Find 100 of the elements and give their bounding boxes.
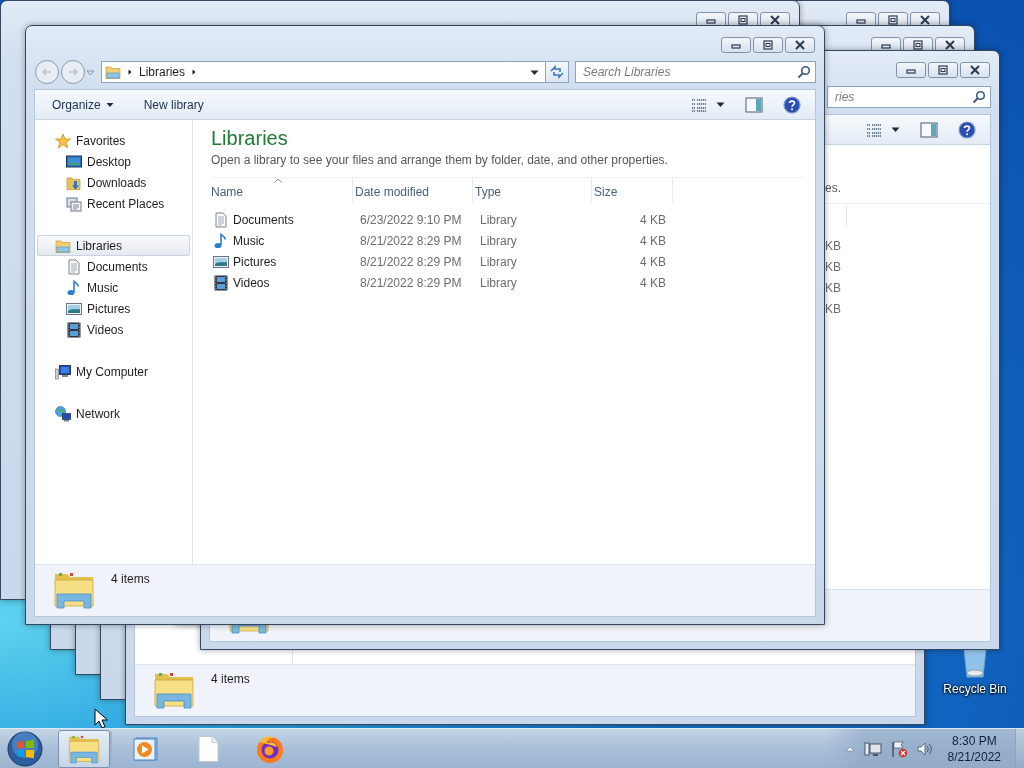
nav-item[interactable]: Videos [37,319,190,340]
search-icon [972,90,986,104]
file-name-cell[interactable]: Pictures [211,253,353,270]
network-icon [55,405,71,422]
toolbar-button[interactable]: New library [143,97,204,112]
type-cell-text: Library [479,212,518,227]
recent-places-icon [66,195,82,212]
close-icon [944,40,956,50]
refresh-button[interactable] [545,61,569,83]
nav-item[interactable]: Downloads [37,172,190,193]
nav-item[interactable]: My Computer [37,361,190,382]
menu-button[interactable]: Organize [52,97,114,112]
maximize-icon [937,65,949,75]
view-options-button[interactable] [691,96,725,113]
view-options-button[interactable] [866,121,900,138]
star-icon [55,132,71,149]
address-bar[interactable]: Libraries [101,61,546,83]
description-text: es. [825,181,842,195]
nav-item[interactable]: Network [37,403,190,424]
desktop-icon[interactable]: Recycle Bin [937,646,1013,696]
minimize-icon [730,41,742,49]
description-text: Open a library to see your files and arrange them by folder, date, and other properties. [211,152,669,169]
size-cell-text: 4 KB [639,254,667,269]
pane-icon [745,95,763,114]
minimize-icon [905,66,917,74]
nav-item[interactable]: Desktop [37,151,190,172]
file-name-cell[interactable]: Documents [211,211,353,228]
status-text: 4 items [211,672,250,686]
close-icon [769,15,781,25]
column-header[interactable]: Size [592,178,673,202]
sort-caret-icon [274,178,282,183]
nav-item[interactable]: Pictures [37,298,190,319]
nav-item[interactable]: Libraries [37,235,190,256]
close-button[interactable] [785,37,815,53]
minimize-icon [705,16,717,24]
help-button[interactable] [783,95,801,114]
maximize-icon [762,40,774,50]
taskbar-button[interactable] [58,729,110,768]
library-folder-icon [55,237,71,254]
close-icon [794,40,806,50]
minimize-button[interactable] [896,62,926,78]
minimize-icon [880,41,892,49]
type-cell-text: Library [479,275,518,290]
close-icon [969,65,981,75]
size-cell-text: 4 KB [639,212,667,227]
page-heading: Libraries [211,126,289,151]
library-folder-icon [105,64,121,80]
date-cell-text: 8/21/2022 8:29 PM [359,233,463,248]
music-note-icon [213,232,229,249]
close-button[interactable] [960,62,990,78]
nav-item[interactable]: Documents [37,256,190,277]
picture-frame-icon [213,253,229,270]
size-cell: KB [825,238,841,253]
nav-item[interactable]: Recent Places [37,193,190,214]
file-name-cell[interactable]: Videos [211,274,353,291]
maximize-icon [737,15,749,25]
help-icon [783,95,801,114]
caret-icon [716,100,725,109]
refresh-icon [549,64,565,80]
column-header[interactable]: Date modified [353,178,473,202]
document-icon [66,258,82,275]
preview-pane-button[interactable] [920,120,938,139]
minimize-button[interactable] [721,37,751,53]
date-cell-text: 6/23/2022 9:10 PM [359,212,463,227]
search-field[interactable]: Search Libraries [575,61,816,83]
size-cell: KB [825,280,841,295]
chevron-right-icon [191,69,198,75]
picture-frame-icon [66,300,82,317]
chevron-right-icon [127,69,133,75]
computer-icon [55,363,71,380]
status-text: 4 items [111,572,150,586]
maximize-button[interactable] [753,37,783,53]
search-icon [797,65,811,79]
nav-item[interactable]: Music [37,277,190,298]
start-button[interactable] [4,728,46,768]
column-header[interactable]: Name [211,178,353,202]
list-view-icon [691,96,707,113]
film-strip-icon [213,274,229,291]
nav-item[interactable]: Favorites [37,130,190,151]
help-button[interactable] [958,120,976,139]
file-name-cell[interactable]: Music [211,232,353,249]
film-strip-icon [66,321,82,338]
date-cell-text: 8/21/2022 8:29 PM [359,254,463,269]
flag-icon[interactable] [889,739,908,758]
maximize-button[interactable] [928,62,958,78]
column-header[interactable]: Type [473,178,592,202]
caret-icon [105,100,114,109]
date-cell-text: 8/21/2022 8:29 PM [359,275,463,290]
size-cell-text: 4 KB [639,233,667,248]
minimize-icon [855,16,867,24]
media-player-icon [132,734,160,763]
search-field[interactable]: ries [827,86,991,108]
close-icon [919,15,931,25]
list-view-icon [866,121,882,138]
type-cell-text: Library [479,254,518,269]
help-icon [958,120,976,139]
network-icon[interactable] [863,739,882,758]
music-note-icon [66,279,82,296]
preview-pane-button[interactable] [745,95,763,114]
maximize-icon [887,15,899,25]
